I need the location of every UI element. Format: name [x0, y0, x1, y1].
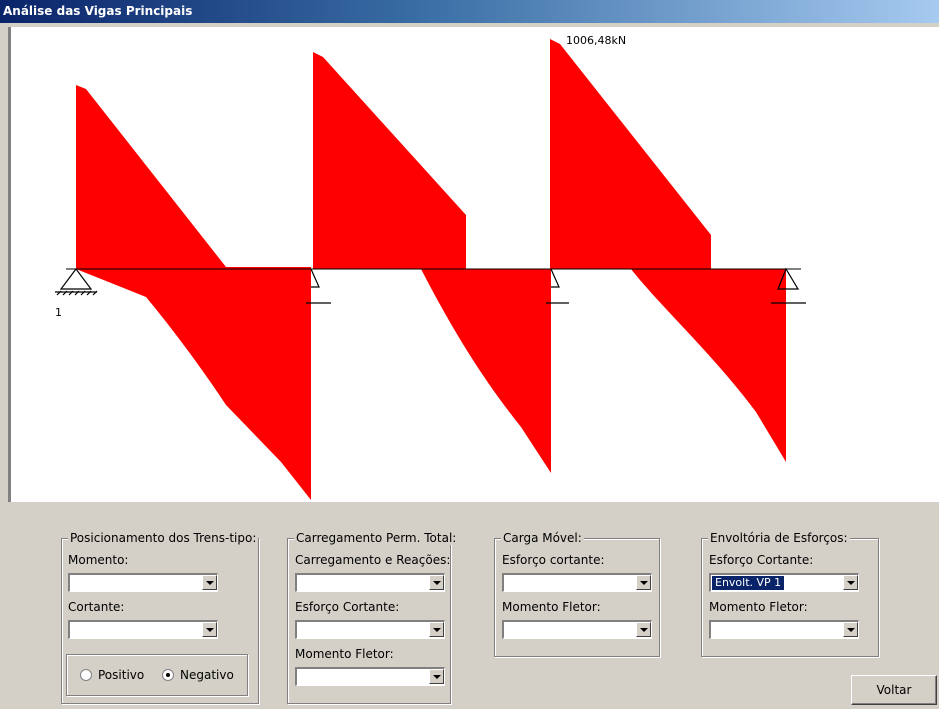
movel-momento-dropdown[interactable]: [502, 620, 652, 639]
voltar-button[interactable]: Voltar: [851, 675, 937, 705]
chevron-down-icon[interactable]: [636, 622, 651, 637]
chevron-down-icon[interactable]: [843, 622, 858, 637]
perm-momento-label: Momento Fletor:: [295, 647, 394, 661]
positivo-label[interactable]: Positivo: [98, 668, 144, 682]
window-title: Análise das Vigas Principais: [3, 4, 193, 18]
shear-diagram: 1006,48kN 1: [55, 34, 806, 500]
envoltoria-momento-dropdown-value: [712, 623, 718, 637]
reacoes-dropdown-value: [298, 576, 304, 590]
perm-cortante-dropdown[interactable]: [295, 620, 445, 639]
envoltoria-momento-label: Momento Fletor:: [709, 600, 808, 614]
envoltoria-cortante-dropdown[interactable]: Envolt. VP 1: [709, 573, 859, 592]
movel-cortante-dropdown[interactable]: [502, 573, 652, 592]
span-3-shear: [550, 39, 786, 462]
group-movel-title: Carga Móvel:: [501, 531, 584, 545]
cortante-dropdown-value: [71, 623, 77, 637]
negativo-radio[interactable]: [162, 669, 174, 681]
chevron-down-icon[interactable]: [429, 669, 444, 684]
group-trens-tipo-title: Posicionamento dos Trens-tipo:: [68, 531, 259, 545]
support-number-label: 1: [55, 306, 62, 319]
negativo-label[interactable]: Negativo: [180, 668, 234, 682]
perm-momento-dropdown[interactable]: [295, 667, 445, 686]
group-envoltoria-title: Envoltória de Esforços:: [708, 531, 850, 545]
chevron-down-icon[interactable]: [843, 575, 858, 590]
chevron-down-icon[interactable]: [429, 575, 444, 590]
envoltoria-cortante-dropdown-value: Envolt. VP 1: [710, 575, 786, 591]
momento-label: Momento:: [68, 553, 129, 567]
title-bar: Análise das Vigas Principais: [0, 0, 939, 25]
positivo-radio[interactable]: [80, 669, 92, 681]
chevron-down-icon[interactable]: [636, 575, 651, 590]
span-1-shear: [76, 85, 311, 500]
momento-dropdown[interactable]: [68, 573, 218, 592]
movel-cortante-dropdown-value: [505, 576, 511, 590]
envoltoria-cortante-label: Esforço Cortante:: [709, 553, 814, 567]
cortante-dropdown[interactable]: [68, 620, 218, 639]
perm-cortante-label: Esforço Cortante:: [295, 600, 400, 614]
reacoes-label: Carregamento e Reações:: [295, 553, 451, 567]
peak-value-label: 1006,48kN: [566, 34, 626, 47]
span-2-shear: [313, 52, 551, 473]
reacoes-dropdown[interactable]: [295, 573, 445, 592]
movel-momento-dropdown-value: [505, 623, 511, 637]
cortante-label: Cortante:: [68, 600, 125, 614]
movel-cortante-label: Esforço cortante:: [502, 553, 605, 567]
momento-dropdown-value: [71, 576, 77, 590]
chevron-down-icon[interactable]: [202, 622, 217, 637]
envoltoria-momento-dropdown[interactable]: [709, 620, 859, 639]
group-perm-title: Carregamento Perm. Total:: [294, 531, 459, 545]
perm-momento-dropdown-value: [298, 670, 304, 684]
perm-cortante-dropdown-value: [298, 623, 304, 637]
movel-momento-label: Momento Fletor:: [502, 600, 601, 614]
chevron-down-icon[interactable]: [429, 622, 444, 637]
diagram-canvas: 1006,48kN 1: [8, 27, 939, 502]
chevron-down-icon[interactable]: [202, 575, 217, 590]
